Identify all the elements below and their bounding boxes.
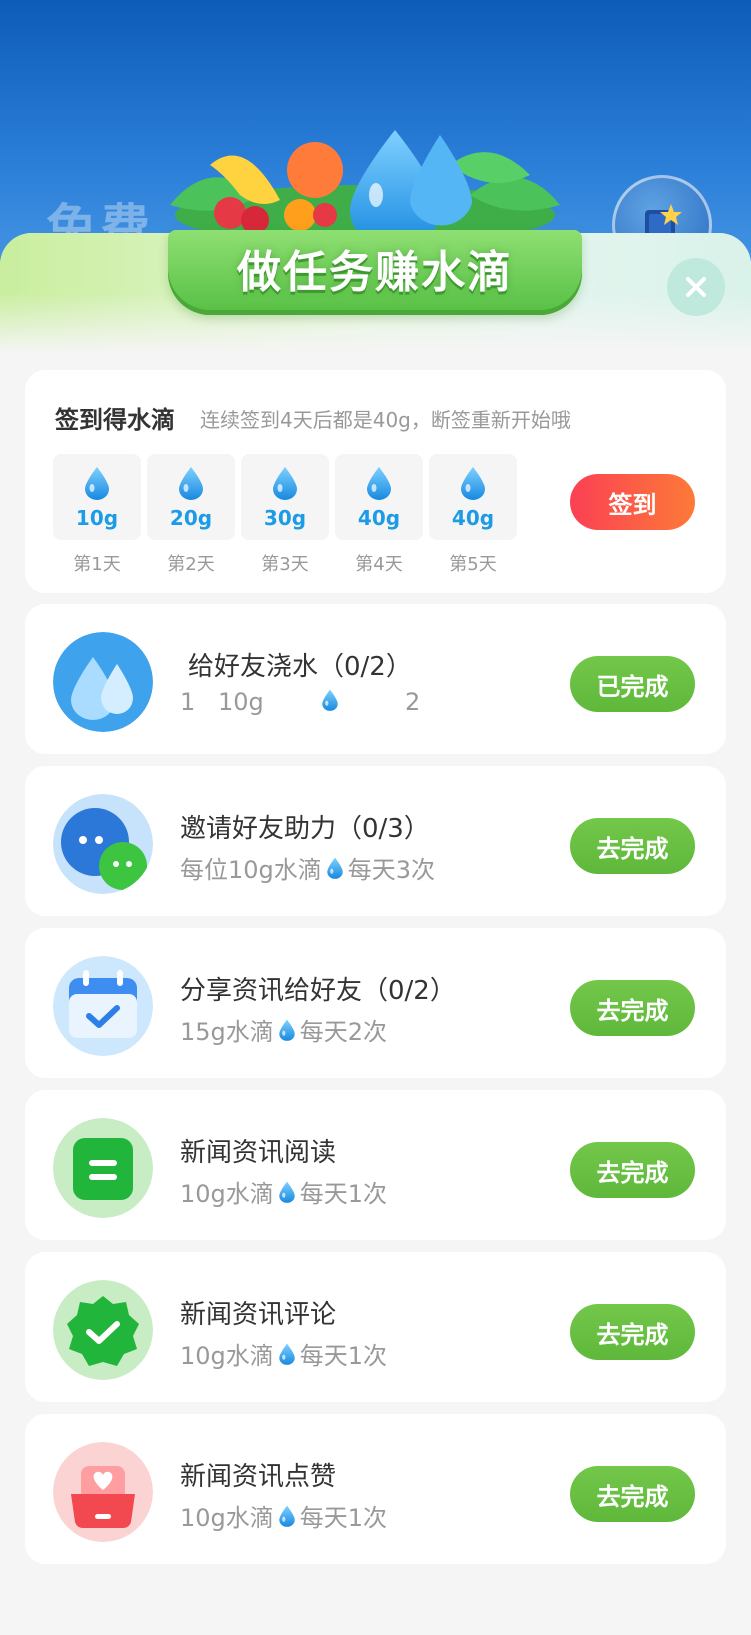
- day-amount: 40g: [357, 506, 401, 530]
- day-label: 第2天: [167, 554, 215, 575]
- task-button-go[interactable]: 去完成: [570, 1304, 695, 1360]
- task-button-go[interactable]: 去完成: [570, 1466, 695, 1522]
- task-button-go[interactable]: 去完成: [570, 1142, 695, 1198]
- task-card-comment: 新闻资讯评论 10g水滴 每天1次 去完成: [25, 1252, 726, 1402]
- water-drop-icon: [83, 466, 111, 500]
- task-title: 分享资讯给好友（0/2）: [180, 976, 456, 1006]
- task-sub-times: 2: [405, 688, 421, 716]
- task-reward: 10g水滴: [180, 1342, 274, 1370]
- task-subtitle: 10g水滴 每天1次: [180, 1336, 387, 1371]
- task-reward: 10g水滴: [180, 1180, 274, 1208]
- task-card-share: 分享资讯给好友（0/2） 15g水滴 每天2次 去完成: [25, 928, 726, 1078]
- water-drop-icon: [278, 1180, 296, 1204]
- day-label: 第4天: [355, 554, 403, 575]
- checkin-day-2: 20g: [147, 454, 235, 540]
- task-title: 新闻资讯点赞: [180, 1462, 337, 1492]
- checkin-card: 签到得水滴 连续签到4天后都是40g，断签重新开始哦 10g 第1天 20g 第…: [25, 370, 726, 593]
- water-drop-icon: [177, 466, 205, 500]
- task-reward: 15g水滴: [180, 1018, 274, 1046]
- day-amount: 10g: [75, 506, 119, 530]
- task-card-water-friend: 给好友浇水（0/2） 1 10g 2 已完成: [25, 604, 726, 754]
- task-card-invite: 邀请好友助力（0/3） 每位10g水滴 每天3次 去完成: [25, 766, 726, 916]
- task-subtitle: 每位10g水滴 每天3次: [180, 850, 435, 885]
- task-reward: 每位10g水滴: [180, 856, 322, 884]
- checkin-day-1: 10g: [53, 454, 141, 540]
- day-label: 第1天: [73, 554, 121, 575]
- close-button[interactable]: [667, 258, 725, 316]
- close-icon: [686, 277, 706, 297]
- task-title: 新闻资讯阅读: [180, 1138, 337, 1168]
- news-read-icon: [53, 1118, 153, 1218]
- water-drop-icon: [271, 466, 299, 500]
- task-button-done[interactable]: 已完成: [570, 656, 695, 712]
- heart-like-icon: [53, 1442, 153, 1542]
- checkin-day-5: 40g: [429, 454, 517, 540]
- task-subtitle: 15g水滴 每天2次: [180, 1012, 387, 1047]
- task-card-read: 新闻资讯阅读 10g水滴 每天1次 去完成: [25, 1090, 726, 1240]
- badge-check-icon: [53, 1280, 153, 1380]
- water-drops-icon: [53, 632, 153, 732]
- task-frequency: 每天1次: [299, 1504, 388, 1532]
- day-amount: 30g: [263, 506, 307, 530]
- task-frequency: 每天1次: [299, 1342, 388, 1370]
- task-sub-count: 1: [180, 688, 196, 716]
- checkin-day-3: 30g: [241, 454, 329, 540]
- task-card-like: 新闻资讯点赞 10g水滴 每天1次 去完成: [25, 1414, 726, 1564]
- water-drop-icon: [459, 466, 487, 500]
- water-drop-icon: [365, 466, 393, 500]
- page-title: 做任务赚水滴: [237, 247, 513, 298]
- task-title: 新闻资讯评论: [180, 1300, 337, 1330]
- water-drop-icon: [321, 688, 339, 712]
- water-drop-icon: [278, 1018, 296, 1042]
- day-amount: 20g: [169, 506, 213, 530]
- task-button-go[interactable]: 去完成: [570, 980, 695, 1036]
- water-drop-icon: [278, 1342, 296, 1366]
- calendar-check-icon: [53, 956, 153, 1056]
- task-title: 邀请好友助力（0/3）: [180, 814, 430, 844]
- task-subtitle: 10g水滴 每天1次: [180, 1498, 387, 1533]
- checkin-button[interactable]: 签到: [570, 474, 695, 530]
- day-label: 第5天: [449, 554, 497, 575]
- checkin-title: 签到得水滴: [55, 406, 175, 434]
- task-subtitle: 10g水滴 每天1次: [180, 1174, 387, 1209]
- task-reward: 10g水滴: [180, 1504, 274, 1532]
- water-drop-icon: [326, 856, 344, 880]
- task-sub-amount: 10g: [218, 688, 264, 716]
- task-frequency: 每天1次: [299, 1180, 388, 1208]
- task-button-go[interactable]: 去完成: [570, 818, 695, 874]
- task-frequency: 每天2次: [299, 1018, 388, 1046]
- wechat-invite-icon: [53, 794, 153, 894]
- water-drop-icon: [278, 1504, 296, 1528]
- day-label: 第3天: [261, 554, 309, 575]
- day-amount: 40g: [451, 506, 495, 530]
- task-title: 给好友浇水（0/2）: [188, 652, 412, 682]
- checkin-day-4: 40g: [335, 454, 423, 540]
- task-frequency: 每天3次: [347, 856, 436, 884]
- checkin-subtitle: 连续签到4天后都是40g，断签重新开始哦: [200, 408, 571, 432]
